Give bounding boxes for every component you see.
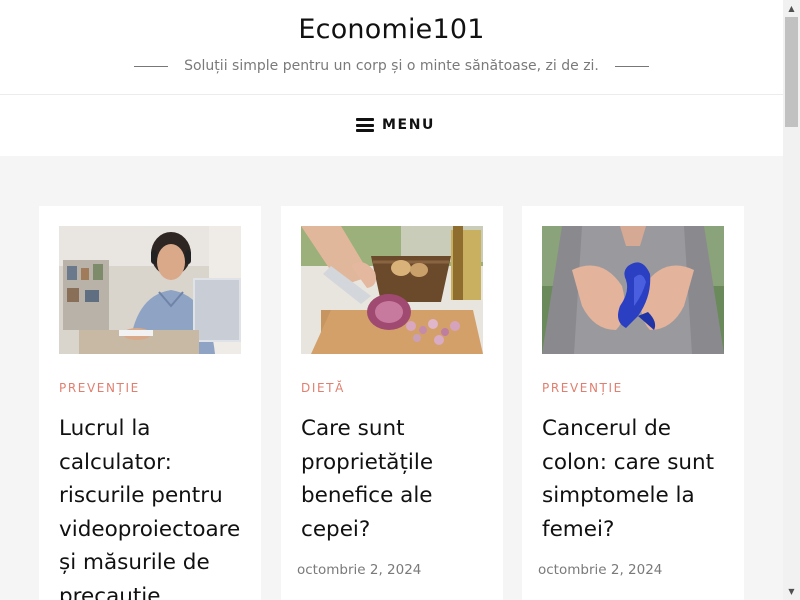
post-category-link[interactable]: PREVENȚIE [542,381,623,395]
post-category-link[interactable]: DIETĂ [301,381,345,395]
page: Economie101 Soluții simple pentru un cor… [0,0,783,600]
menu-label: MENU [382,117,435,133]
post-date[interactable]: octombrie 2, 2024 [297,562,421,578]
scroll-up-arrow-icon[interactable]: ▲ [783,0,800,17]
post-title-link[interactable]: Cancerul de colon: care sunt simptomele … [542,412,726,546]
post-thumbnail-woman-laptop[interactable] [59,226,241,354]
post-date[interactable]: octombrie 2, 2024 [538,562,662,578]
scroll-down-arrow-icon[interactable]: ▼ [783,583,800,600]
post-thumbnail-onion[interactable] [301,226,483,354]
scrollbar-thumb[interactable] [785,17,798,127]
main-navigation: MENU [0,95,783,156]
site-title[interactable]: Economie101 [0,14,783,45]
site-tagline: Soluții simple pentru un corp și o minte… [184,58,599,74]
post-thumbnail-blue-ribbon[interactable] [542,226,724,354]
hamburger-icon [356,118,374,132]
post-card: PREVENȚIE Lucrul la calculator: riscuril… [39,206,261,600]
tagline-row: Soluții simple pentru un corp și o minte… [0,55,783,77]
post-title-link[interactable]: Care sunt proprietățile benefice ale cep… [301,412,485,546]
menu-toggle-button[interactable]: MENU [356,114,435,136]
post-category-link[interactable]: PREVENȚIE [59,381,140,395]
vertical-scrollbar[interactable]: ▲ ▼ [783,0,800,600]
tagline-divider-left [134,65,169,67]
post-card: PREVENȚIE Cancerul de colon: care sunt s… [522,206,744,600]
site-header: Economie101 Soluții simple pentru un cor… [0,0,783,95]
post-card: DIETĂ Care sunt proprietățile benefice a… [281,206,503,600]
tagline-divider-right [614,65,649,67]
post-title-link[interactable]: Lucrul la calculator: riscurile pentru v… [59,412,243,600]
